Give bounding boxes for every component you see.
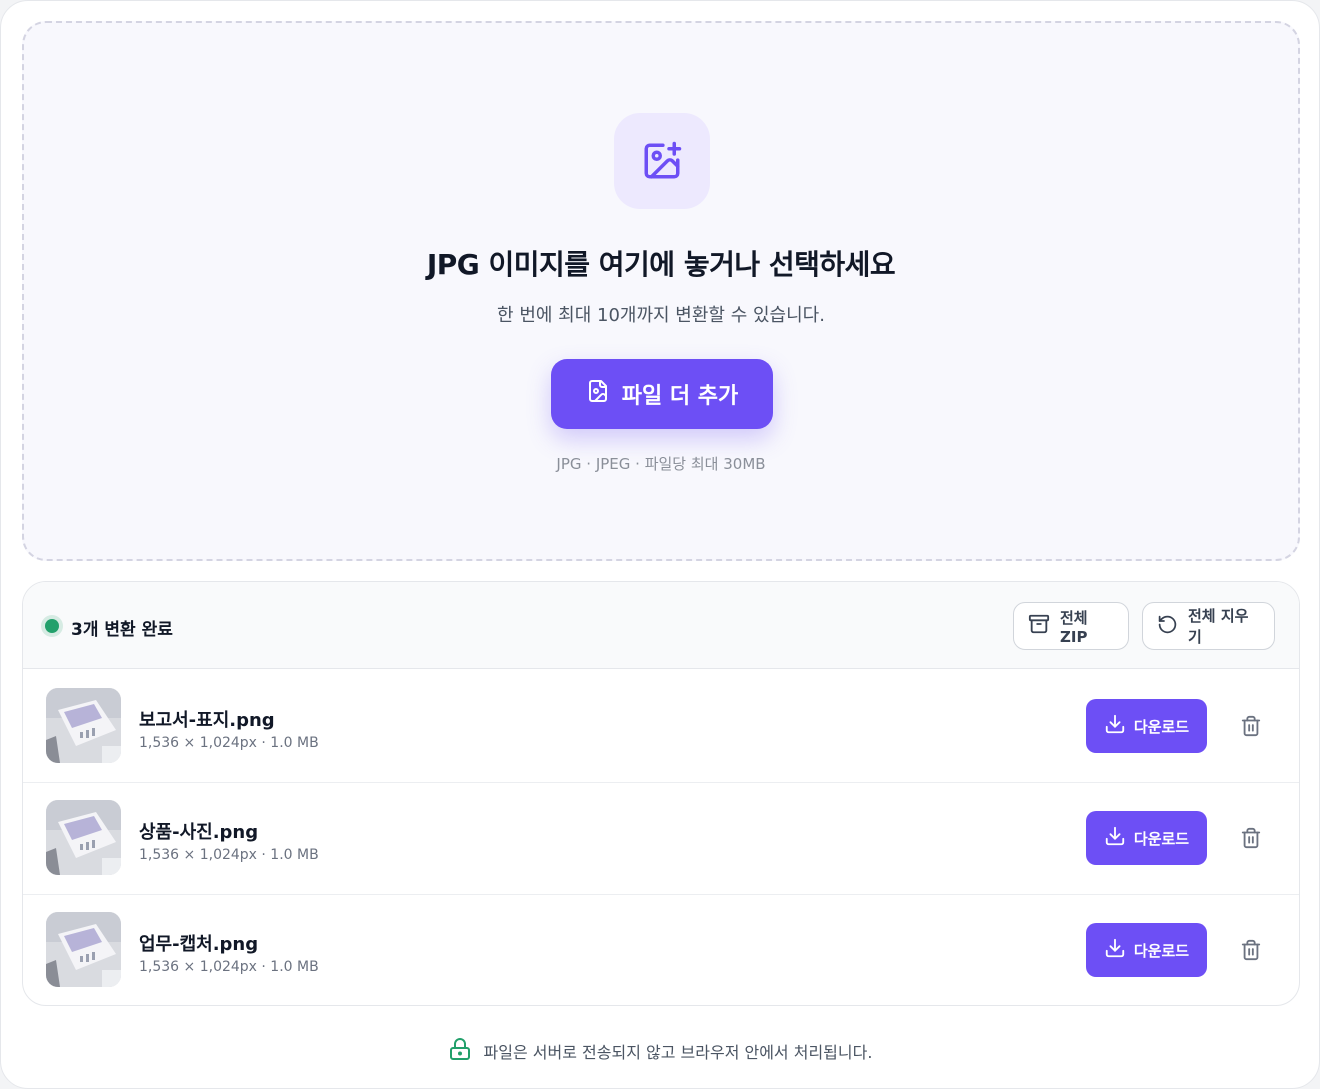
file-thumbnail <box>46 688 121 763</box>
row-divider <box>23 782 1299 783</box>
download-button[interactable]: 다운로드 <box>1086 811 1207 865</box>
rotate-ccw-icon <box>1157 614 1178 639</box>
file-image-icon <box>586 379 610 409</box>
file-meta: 1,536 × 1,024px · 1.0 MB <box>139 847 319 863</box>
converter-card: JPG 이미지를 여기에 놓거나 선택하세요 한 번에 최대 10개까지 변환할… <box>0 0 1320 1089</box>
dropzone-subtitle: 한 번에 최대 10개까지 변환할 수 있습니다. <box>497 305 825 326</box>
archive-icon <box>1028 613 1050 639</box>
row-divider <box>23 894 1299 895</box>
file-thumbnail <box>46 912 121 987</box>
privacy-text: 파일은 서버로 전송되지 않고 브라우저 안에서 처리됩니다. <box>483 1043 873 1062</box>
file-meta: 1,536 × 1,024px · 1.0 MB <box>139 959 319 975</box>
download-label: 다운로드 <box>1133 829 1190 848</box>
file-thumbnail <box>46 800 121 875</box>
file-row: 상품-사진.png 1,536 × 1,024px · 1.0 MB 다운로드 <box>23 782 1299 894</box>
privacy-footer: 파일은 서버로 전송되지 않고 브라우저 안에서 처리됩니다. <box>1 1037 1319 1065</box>
file-meta: 1,536 × 1,024px · 1.0 MB <box>139 735 319 751</box>
download-icon <box>1104 825 1126 851</box>
image-plus-icon <box>614 113 710 209</box>
file-format-note: JPG · JPEG · 파일당 최대 30MB <box>556 455 766 473</box>
status-indicator <box>45 619 59 633</box>
file-name: 보고서-표지.png <box>139 710 275 731</box>
trash-icon[interactable] <box>1239 826 1263 850</box>
file-name: 상품-사진.png <box>139 822 259 843</box>
add-files-button[interactable]: 파일 더 추가 <box>551 359 773 429</box>
download-label: 다운로드 <box>1133 941 1190 960</box>
download-button[interactable]: 다운로드 <box>1086 923 1207 977</box>
download-icon <box>1104 937 1126 963</box>
lock-icon <box>448 1037 472 1065</box>
dropzone-title: JPG 이미지를 여기에 놓거나 선택하세요 <box>426 248 896 281</box>
clear-all-label: 전체 지우기 <box>1188 607 1249 646</box>
add-files-label: 파일 더 추가 <box>621 384 739 409</box>
file-row: 보고서-표지.png 1,536 × 1,024px · 1.0 MB 다운로드 <box>23 670 1299 782</box>
file-row: 업무-캡처.png 1,536 × 1,024px · 1.0 MB 다운로드 <box>23 894 1299 1005</box>
download-zip-button[interactable]: 전체 ZIP <box>1013 602 1129 650</box>
trash-icon[interactable] <box>1239 938 1263 962</box>
download-label: 다운로드 <box>1133 717 1190 736</box>
download-zip-label: 전체 ZIP <box>1060 608 1088 646</box>
download-button[interactable]: 다운로드 <box>1086 699 1207 753</box>
results-panel: 3개 변환 완료 전체 ZIP 전체 지우기 보고서-표지.png 1,536 … <box>22 581 1300 1006</box>
file-dropzone[interactable]: JPG 이미지를 여기에 놓거나 선택하세요 한 번에 최대 10개까지 변환할… <box>22 21 1300 561</box>
status-text: 3개 변환 완료 <box>71 620 173 640</box>
trash-icon[interactable] <box>1239 714 1263 738</box>
clear-all-button[interactable]: 전체 지우기 <box>1142 602 1275 650</box>
results-header: 3개 변환 완료 전체 ZIP 전체 지우기 <box>23 582 1299 669</box>
file-name: 업무-캡처.png <box>139 934 259 955</box>
download-icon <box>1104 713 1126 739</box>
